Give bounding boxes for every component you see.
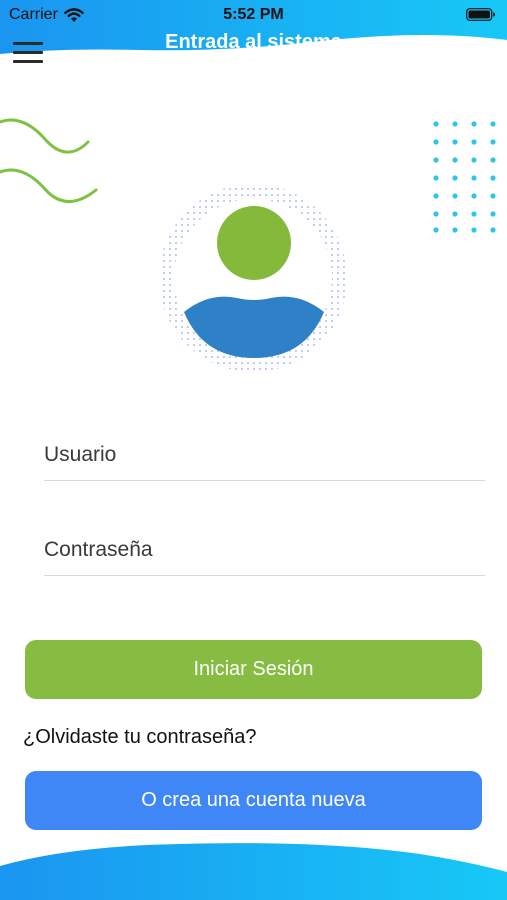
password-input[interactable] [44,525,485,575]
user-avatar-icon [155,180,351,376]
create-account-button-label: O crea una cuenta nueva [141,789,366,811]
page-title: Entrada al sistema [165,31,342,53]
forgot-password-link[interactable]: ¿Olvidaste tu contraseña? [23,726,256,749]
status-time: 5:52 PM [223,6,284,23]
battery-icon [466,8,495,21]
decorative-waves-icon [0,118,98,203]
status-bar: Carrier 5:52 PM [0,0,507,30]
create-account-button[interactable]: O crea una cuenta nueva [25,771,482,830]
username-input[interactable] [44,430,485,480]
password-field[interactable] [44,525,485,576]
footer-background [0,843,507,900]
login-button-label: Iniciar Sesión [193,658,314,680]
decorative-dots-icon [433,121,496,233]
login-button[interactable]: Iniciar Sesión [25,640,482,699]
username-field[interactable] [44,430,485,481]
